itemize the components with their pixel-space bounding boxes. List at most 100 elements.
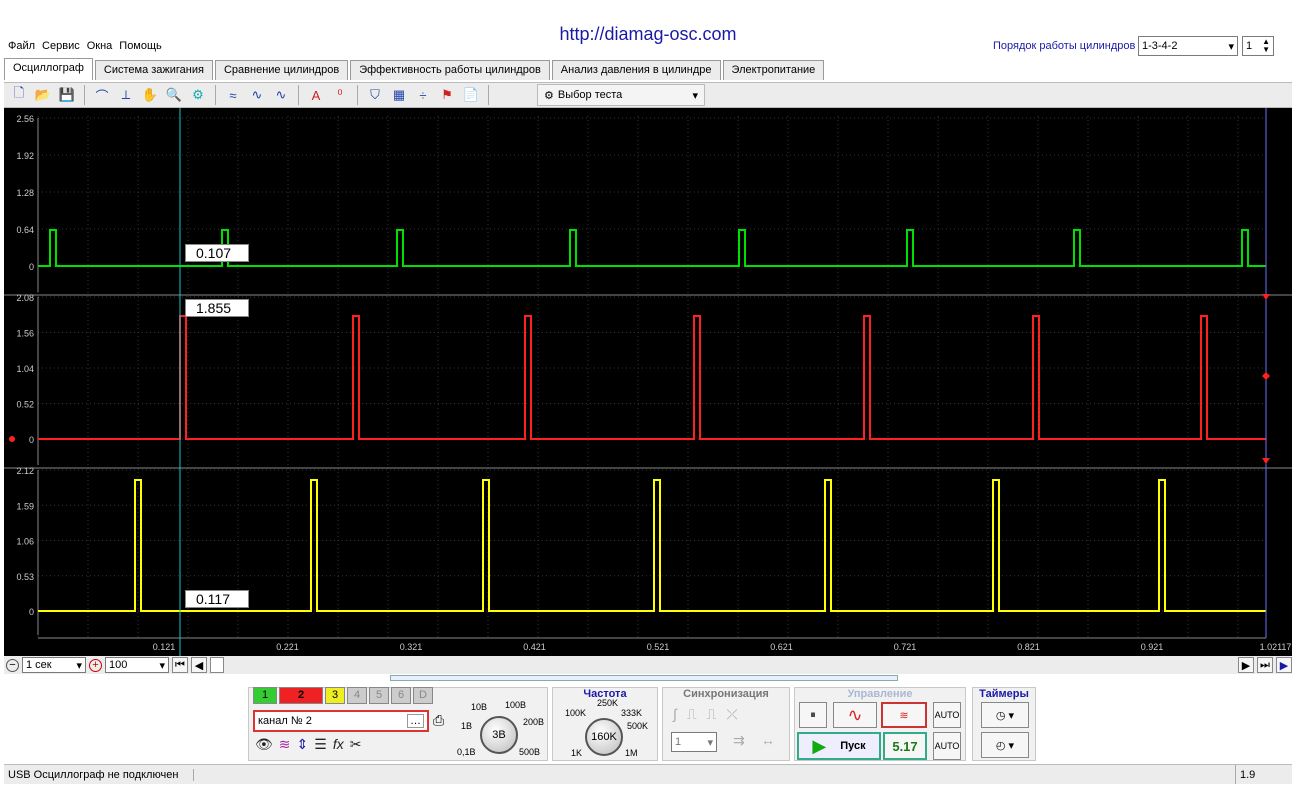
timers-panel: Таймеры ◷ ▾ ◴ ▾	[972, 687, 1036, 761]
measure-icon[interactable]: ⟂	[115, 84, 137, 106]
sync-channel-select[interactable]: 1 ▾	[671, 732, 717, 752]
last-page-icon[interactable]: ⏭	[1257, 657, 1273, 673]
tab-pressure-analysis[interactable]: Анализ давления в цилиндре	[551, 60, 721, 80]
new-file-icon[interactable]: 🗋	[8, 84, 30, 106]
cursor-icon[interactable]: ⌒	[91, 84, 113, 106]
freq-label-250k: 250K	[597, 698, 619, 708]
freq-label-1k: 1K	[571, 748, 583, 758]
sync-mode-icon[interactable]: ⤫	[726, 706, 737, 723]
control-value: 5.17	[883, 732, 927, 760]
zoom-icon[interactable]: 🔍	[163, 84, 185, 106]
eye-icon[interactable]: 👁	[255, 736, 273, 753]
save-icon[interactable]: 💾	[56, 84, 78, 106]
sync-rise-icon[interactable]: ⎍	[687, 706, 697, 723]
toolbar-separator	[488, 85, 489, 105]
channel-1-button[interactable]: 1	[253, 687, 277, 704]
tab-power[interactable]: Электропитание	[722, 60, 825, 80]
sync-pos-icon[interactable]: ↔	[761, 732, 775, 748]
zero-icon[interactable]: ⁰	[329, 84, 351, 106]
overview-bar[interactable]	[390, 675, 898, 681]
multiwave-icon[interactable]: ∿	[270, 84, 292, 106]
menu-file[interactable]: Файл	[8, 40, 35, 52]
x-tick-label: 0.521	[647, 642, 670, 652]
channel-d-button[interactable]: D	[413, 687, 433, 704]
noise-icon[interactable]: ≋	[279, 736, 291, 753]
filter-icon[interactable]: ⚙	[187, 84, 209, 106]
first-page-icon[interactable]: ⏮	[172, 657, 188, 673]
y-tick-label: 1.92	[16, 151, 34, 161]
y-tick-label: 1.59	[16, 501, 34, 511]
prev-page-icon[interactable]: ◀	[191, 657, 207, 673]
channel-3-button[interactable]: 3	[325, 687, 345, 704]
voltage-knob[interactable]: 3В	[480, 716, 518, 754]
freq-label-500k: 500K	[627, 721, 649, 731]
voltage-knob-value: 3В	[492, 729, 506, 741]
open-folder-icon[interactable]: 📂	[32, 84, 54, 106]
zoom-in-icon[interactable]: +	[89, 658, 102, 672]
function-icon[interactable]: fx	[333, 736, 344, 753]
tab-oscilloscope[interactable]: Осциллограф	[4, 58, 93, 80]
more-icon[interactable]: …	[407, 714, 424, 728]
frequency-knob[interactable]: 160K	[585, 718, 623, 756]
cursor-value-ch2: 1.855	[185, 299, 249, 317]
hand-icon[interactable]: ✋	[139, 84, 161, 106]
split-icon[interactable]: ÷	[412, 84, 434, 106]
menu-service[interactable]: Сервис	[42, 40, 80, 52]
grid-icon[interactable]: ▦	[388, 84, 410, 106]
auto-scale-icon[interactable]: AUTO	[933, 702, 961, 728]
start-button[interactable]: ▶ Пуск	[797, 732, 881, 760]
channel-name-field[interactable]: канал № 2…	[253, 710, 429, 732]
tab-cylinder-compare[interactable]: Сравнение цилиндров	[214, 60, 349, 80]
auto-icon[interactable]: A	[305, 84, 327, 106]
next-page-icon[interactable]: ▶	[1238, 657, 1254, 673]
volt-label-1: 1В	[461, 721, 473, 731]
menu-windows[interactable]: Окна	[87, 40, 113, 52]
menu-help[interactable]: Помощь	[119, 40, 162, 52]
wave-icon[interactable]: ∿	[246, 84, 268, 106]
marker-icon[interactable]: ⚑	[436, 84, 458, 106]
sync-fall-icon[interactable]: ⎍	[707, 706, 717, 723]
channel-filter-icon[interactable]: ⛉	[364, 84, 386, 106]
cylinder-stepper[interactable]: 1 ▲ ▼	[1242, 36, 1274, 56]
y-tick-label: 0.53	[16, 572, 34, 582]
zoom-select[interactable]: 100 ▾	[105, 657, 169, 673]
x-tick-label: 0.321	[400, 642, 423, 652]
sine-wave-icon[interactable]: ∿	[833, 702, 877, 728]
pause-icon[interactable]: ⏸	[799, 702, 827, 728]
channel-5-button[interactable]: 5	[369, 687, 389, 704]
time-div-select[interactable]: 1 сек ▾	[22, 657, 86, 673]
channel-2-top-marker	[1262, 294, 1270, 300]
notes-icon[interactable]: 📄	[460, 84, 482, 106]
chevron-down-icon: ▾	[159, 659, 165, 672]
y-tick-label: 1.04	[16, 364, 34, 374]
freq-label-1m: 1M	[625, 748, 638, 758]
volt-label-500: 500В	[519, 747, 541, 757]
volt-label-200: 200В	[523, 717, 545, 727]
lines-icon[interactable]: ☰	[314, 736, 327, 753]
timer-1-icon[interactable]: ◷ ▾	[981, 702, 1029, 728]
scrollbar-thumb[interactable]	[210, 657, 224, 673]
chevron-down-icon: ▾	[692, 89, 698, 102]
channel-2-button[interactable]: 2	[279, 687, 323, 704]
status-middle	[194, 765, 1236, 784]
save-channel-icon[interactable]: ⎙	[433, 712, 444, 729]
tools-icon[interactable]: ✂	[350, 736, 362, 753]
channel-6-button[interactable]: 6	[391, 687, 411, 704]
zoom-out-icon[interactable]: −	[6, 658, 19, 672]
sync-auto-icon[interactable]: ∫	[673, 706, 677, 723]
tab-cylinder-efficiency[interactable]: Эффективность работы цилиндров	[350, 60, 550, 80]
test-select[interactable]: ⚙ Выбор теста ▾	[537, 84, 705, 106]
oscilloscope-display[interactable]: 2.56 1.92 1.28 0.64 0 2.08 1.56 1.04 0.52 0 2.12 1.…	[4, 108, 1292, 656]
auto-run-icon[interactable]: AUTO	[933, 732, 961, 760]
y-tick-label: 1.28	[16, 188, 34, 198]
play-scroll-icon[interactable]: ▶	[1276, 657, 1292, 673]
sync-level-icon[interactable]: ⇉	[733, 732, 745, 749]
sync-icons: ∫ ⎍ ⎍ ⤫	[673, 706, 738, 723]
noise-wave-icon[interactable]: ≋	[881, 702, 927, 728]
cylinder-order-select[interactable]: 1-3-4-2 ▾	[1138, 36, 1238, 56]
invert-icon[interactable]: ⇕	[297, 736, 309, 753]
sweep-icon[interactable]: ≈	[222, 84, 244, 106]
timer-2-icon[interactable]: ◴ ▾	[981, 732, 1029, 758]
tab-ignition[interactable]: Система зажигания	[94, 60, 213, 80]
channel-4-button[interactable]: 4	[347, 687, 367, 704]
